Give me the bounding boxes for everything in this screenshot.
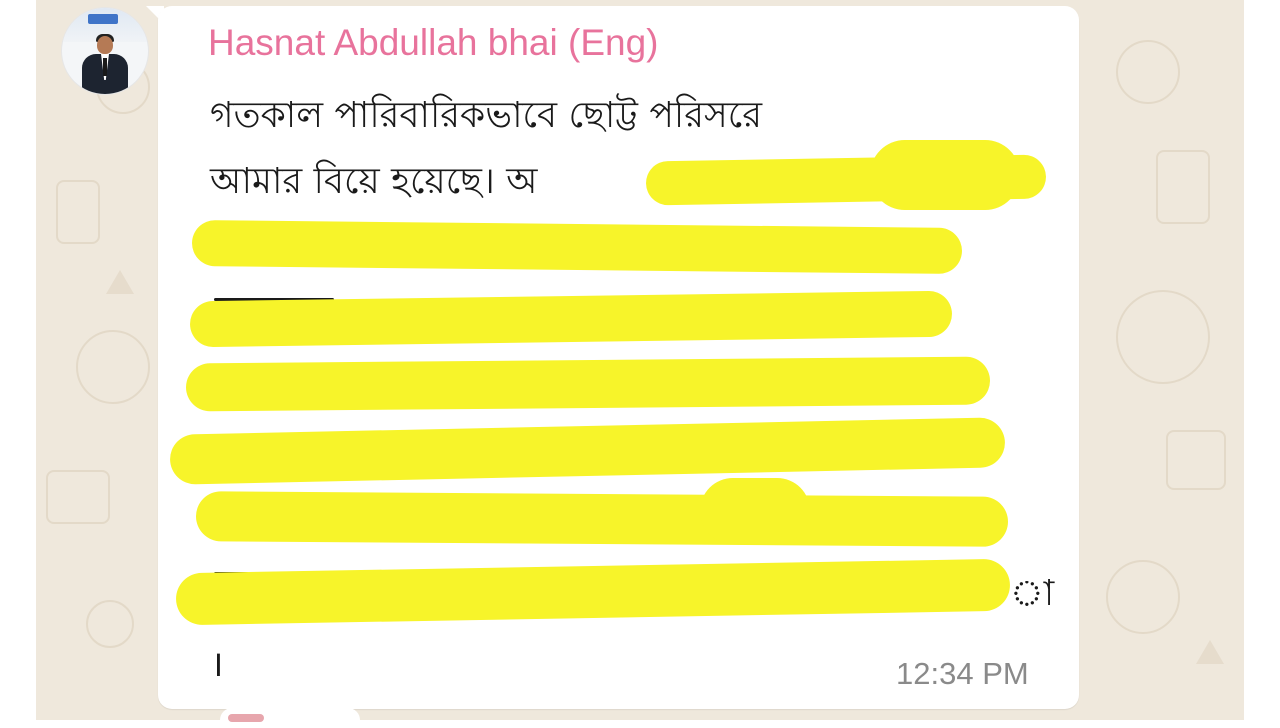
redaction-highlight xyxy=(185,356,991,412)
message-text-line: আমার বিয়ে হয়েছে। অ xyxy=(210,161,538,202)
wallpaper-doodle-icon xyxy=(1116,290,1210,384)
wallpaper-doodle-icon xyxy=(1156,150,1210,224)
sender-avatar[interactable] xyxy=(62,8,148,94)
redaction-highlight xyxy=(700,478,810,544)
message-timestamp: 12:34 PM xyxy=(896,656,1029,691)
message-text-fragment: া xyxy=(1010,573,1055,614)
wallpaper-doodle-icon xyxy=(1166,430,1226,490)
message-trailing-punctuation: । xyxy=(210,644,224,685)
next-message-sender-peek xyxy=(228,714,264,722)
next-message-bubble[interactable] xyxy=(220,708,360,728)
redaction-highlight xyxy=(191,219,963,275)
wallpaper-doodle-icon xyxy=(106,270,134,294)
screenshot-stage: Hasnat Abdullah bhai (Eng) গতকাল পারিবার… xyxy=(0,0,1280,728)
sender-name[interactable]: Hasnat Abdullah bhai (Eng) xyxy=(208,22,658,64)
wallpaper-doodle-icon xyxy=(1106,560,1180,634)
wallpaper-doodle-icon xyxy=(86,600,134,648)
redaction-highlight xyxy=(195,491,1009,547)
wallpaper-doodle-icon xyxy=(76,330,150,404)
message-text-line: গতকাল পারিবারিকভাবে ছোট্ট পরিসরে xyxy=(210,95,763,136)
wallpaper-doodle-icon xyxy=(46,470,110,524)
wallpaper-doodle-icon xyxy=(56,180,100,244)
wallpaper-doodle-icon xyxy=(1196,640,1224,664)
wallpaper-doodle-icon xyxy=(1116,40,1180,104)
redaction-highlight xyxy=(870,140,1020,210)
